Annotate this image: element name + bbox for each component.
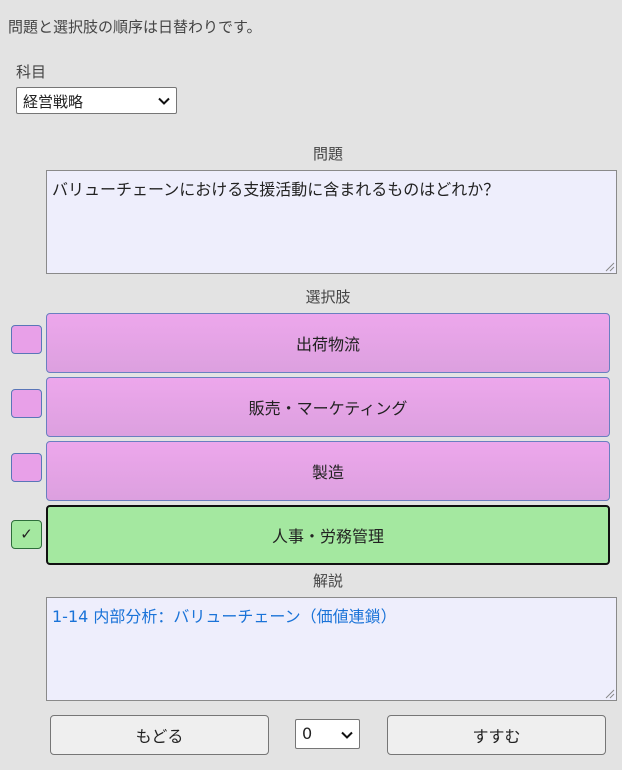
next-button[interactable]: すすむ <box>387 715 606 755</box>
resize-grip-icon[interactable] <box>604 688 615 699</box>
choice-checkbox-2[interactable] <box>11 389 42 418</box>
choice-button-4[interactable]: 人事・労務管理 <box>46 505 610 565</box>
choice-label: 販売・マーケティング <box>248 399 408 418</box>
question-textarea[interactable]: バリューチェーンにおける支援活動に含まれるものはどれか？ <box>46 170 617 274</box>
choice-button-2[interactable]: 販売・マーケティング <box>46 377 610 437</box>
order-notice: 問題と選択肢の順序は日替わりです。 <box>8 18 262 36</box>
explanation-textarea[interactable]: 1-14 内部分析：バリューチェーン（価値連鎖） <box>46 597 617 701</box>
choice-button-1[interactable]: 出荷物流 <box>46 313 610 373</box>
question-text: バリューチェーンにおける支援活動に含まれるものはどれか？ <box>52 180 500 199</box>
explanation-text: 1-14 内部分析：バリューチェーン（価値連鎖） <box>52 607 397 626</box>
choices-label: 選択肢 <box>305 288 351 306</box>
subject-label: 科目 <box>16 63 47 81</box>
choice-label: 製造 <box>311 463 344 482</box>
subject-selected-value: 経営戦略 <box>23 93 84 111</box>
page-select[interactable]: 0 <box>295 719 360 749</box>
page-selected-value: 0 <box>302 724 313 743</box>
subject-select[interactable]: 経営戦略 <box>16 87 177 114</box>
explanation-label: 解説 <box>312 572 343 590</box>
choice-label: 出荷物流 <box>295 335 360 354</box>
chevron-down-icon <box>341 731 353 739</box>
choice-checkbox-4[interactable]: ✓ <box>11 520 42 549</box>
back-button[interactable]: もどる <box>50 715 269 755</box>
chevron-down-icon <box>158 97 170 105</box>
choice-checkbox-1[interactable] <box>11 325 42 354</box>
choice-checkbox-3[interactable] <box>11 453 42 482</box>
choice-label: 人事・労務管理 <box>271 527 384 546</box>
question-label: 問題 <box>312 145 343 163</box>
resize-grip-icon[interactable] <box>604 261 615 272</box>
choice-button-3[interactable]: 製造 <box>46 441 610 501</box>
